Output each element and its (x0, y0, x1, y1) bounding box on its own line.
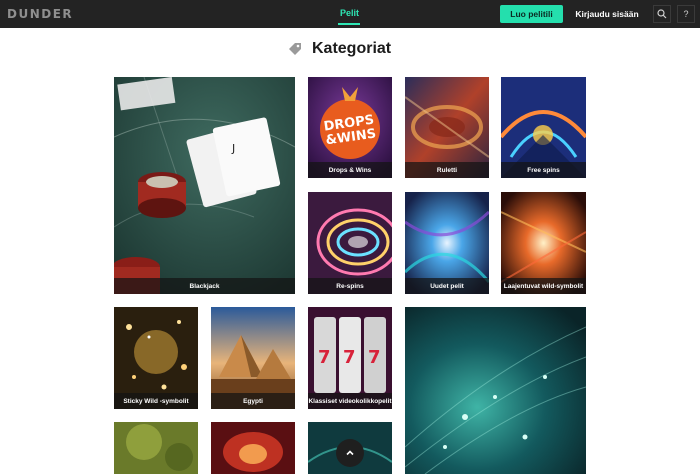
fiber-optic-art (405, 307, 586, 474)
category-tile-sticky-wilds[interactable]: Sticky Wild -symbolit (114, 307, 198, 409)
active-tab-indicator (338, 23, 360, 25)
category-tile-drops-and-wins[interactable]: DROPS &WINS Drops & Wins (308, 77, 392, 178)
nav-tab-games[interactable]: Pelit (340, 8, 359, 18)
svg-text:J: J (231, 142, 235, 155)
category-label: Blackjack (114, 278, 295, 294)
category-label: Drops & Wins (308, 162, 392, 178)
svg-text:7: 7 (368, 347, 381, 368)
search-icon (657, 9, 667, 19)
category-label: Laajentuvat wild-symbolit (501, 278, 586, 294)
top-navigation-bar: DUNDER Pelit Luo pelitili Kirjaudu sisää… (0, 0, 700, 28)
category-label: Uudet pelit (405, 278, 489, 294)
signup-button[interactable]: Luo pelitili (500, 5, 563, 23)
category-tile-expanding-wilds[interactable]: Laajentuvat wild-symbolit (501, 192, 586, 294)
category-tile-re-spins[interactable]: Re-spins (308, 192, 392, 294)
category-label: Klassiset videokolikkopelit (308, 393, 392, 409)
category-tile-new-games[interactable]: Uudet pelit (405, 192, 489, 294)
page-title: Kategoriat (312, 40, 392, 57)
category-tile-row4-1[interactable] (114, 422, 198, 474)
scroll-to-top-button[interactable] (336, 439, 364, 467)
login-button[interactable]: Kirjaudu sisään (568, 5, 646, 23)
search-button[interactable] (653, 5, 671, 23)
tag-icon (289, 43, 301, 55)
svg-text:7: 7 (343, 347, 356, 368)
category-tile-roulette[interactable]: Ruletti (405, 77, 489, 178)
help-button[interactable]: ? (677, 5, 695, 23)
category-label: Ruletti (405, 162, 489, 178)
category-label: Sticky Wild -symbolit (114, 393, 198, 409)
row4-art-2 (211, 422, 295, 474)
category-tile-egypt[interactable]: Egypti (211, 307, 295, 409)
category-label: Re-spins (308, 278, 392, 294)
category-label: Egypti (211, 393, 295, 409)
category-tile-featured[interactable] (405, 307, 586, 474)
category-label: Free spins (501, 162, 586, 178)
category-tile-blackjack[interactable]: J Blackjack (114, 77, 295, 294)
row4-art-1 (114, 422, 198, 474)
svg-text:7: 7 (318, 347, 331, 368)
dunder-logo[interactable]: DUNDER (7, 7, 73, 21)
page-title-row: Kategoriat (288, 40, 391, 58)
category-tile-classic-video-slots[interactable]: 7 7 7 Klassiset videokolikkopelit (308, 307, 392, 409)
category-tile-row4-2[interactable] (211, 422, 295, 474)
chevron-up-icon (346, 450, 354, 456)
category-tile-free-spins[interactable]: Free spins (501, 77, 586, 178)
blackjack-art: J (114, 77, 295, 294)
